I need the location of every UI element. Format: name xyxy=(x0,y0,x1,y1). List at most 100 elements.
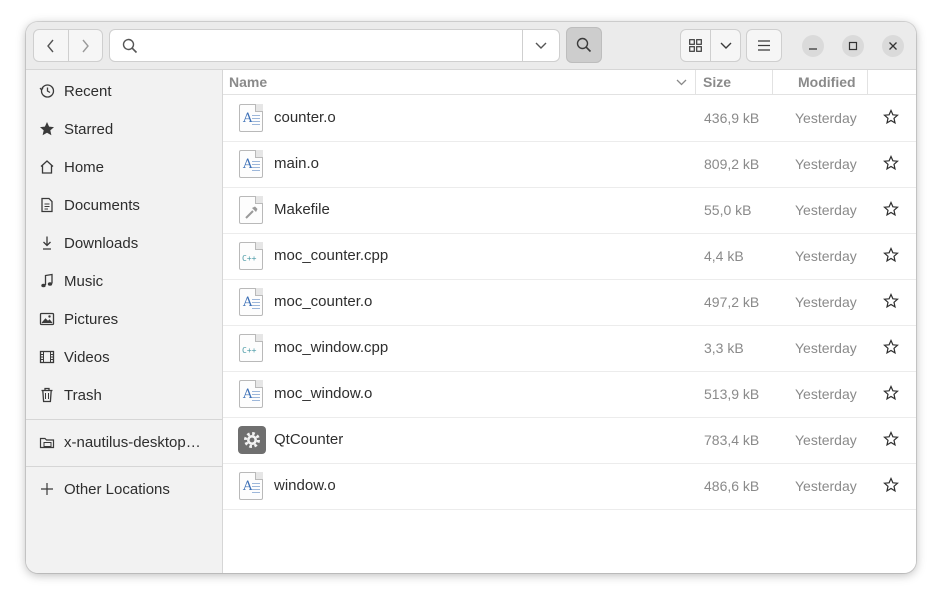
file-row[interactable]: Makefile 55,0 kB Yesterday xyxy=(223,187,916,234)
sidebar-item-label: Documents xyxy=(64,196,140,214)
file-size: 3,3 kB xyxy=(704,340,744,356)
star-toggle-icon[interactable] xyxy=(882,246,900,264)
sidebar-item-label: Other Locations xyxy=(64,480,170,498)
music-icon xyxy=(39,273,55,289)
file-modified: Yesterday xyxy=(795,294,857,310)
minimize-button[interactable] xyxy=(802,35,824,57)
drive-icon xyxy=(39,434,55,450)
sidebar-item-documents[interactable]: Documents xyxy=(26,186,222,224)
sidebar-item-downloads[interactable]: Downloads xyxy=(26,224,222,262)
sidebar-item-label: Recent xyxy=(64,82,112,100)
sidebar-item-label: Home xyxy=(64,158,105,176)
search-dropdown-button[interactable] xyxy=(522,30,559,61)
home-icon xyxy=(39,159,55,175)
search-icon xyxy=(576,37,592,53)
navigation-buttons xyxy=(33,29,103,62)
file-name: QtCounter xyxy=(274,431,344,448)
cpp-source-icon: C++ xyxy=(239,334,265,362)
file-list-view: Name Size Modified A counter.o 436,9 kB … xyxy=(223,70,916,573)
file-manager-window: Recent Starred Home Documents Downloads xyxy=(26,22,916,573)
makefile-icon xyxy=(239,196,265,224)
file-name: Makefile xyxy=(274,201,330,218)
column-divider xyxy=(695,70,696,94)
header-bar xyxy=(26,22,916,70)
text-document-icon: A xyxy=(239,288,265,316)
sidebar-item-pictures[interactable]: Pictures xyxy=(26,300,222,338)
hamburger-menu-icon xyxy=(758,40,770,51)
file-row[interactable]: C++ moc_counter.cpp 4,4 kB Yesterday xyxy=(223,233,916,280)
grid-view-button[interactable] xyxy=(681,30,710,61)
column-header-modified[interactable]: Modified xyxy=(798,74,856,90)
close-icon xyxy=(889,42,897,50)
chevron-down-icon xyxy=(535,42,547,49)
grid-icon xyxy=(689,39,702,52)
close-button[interactable] xyxy=(882,35,904,57)
sidebar-item-home[interactable]: Home xyxy=(26,148,222,186)
file-size: 513,9 kB xyxy=(704,386,760,402)
star-toggle-icon[interactable] xyxy=(882,476,900,494)
sidebar-item-mounted-drive[interactable]: x-nautilus-desktop… xyxy=(26,423,222,461)
pictures-icon xyxy=(39,311,55,327)
column-header-size[interactable]: Size xyxy=(703,74,731,90)
search-icon xyxy=(122,38,138,54)
column-divider xyxy=(772,70,773,94)
star-toggle-icon[interactable] xyxy=(882,384,900,402)
search-input[interactable] xyxy=(146,34,520,59)
file-name: moc_counter.cpp xyxy=(274,247,389,264)
star-toggle-icon[interactable] xyxy=(882,108,900,126)
sidebar-item-label: Downloads xyxy=(64,234,139,252)
sidebar-item-starred[interactable]: Starred xyxy=(26,110,222,148)
file-row[interactable]: A moc_window.o 513,9 kB Yesterday xyxy=(223,371,916,418)
star-icon xyxy=(39,121,55,137)
file-size: 4,4 kB xyxy=(704,248,744,264)
sidebar-item-label: Trash xyxy=(64,386,102,404)
star-toggle-icon[interactable] xyxy=(882,338,900,356)
view-mode-buttons xyxy=(680,29,741,62)
column-header-name[interactable]: Name xyxy=(229,74,267,90)
star-toggle-icon[interactable] xyxy=(882,154,900,172)
sidebar-item-label: Music xyxy=(64,272,104,290)
maximize-button[interactable] xyxy=(842,35,864,57)
text-document-icon: A xyxy=(239,380,265,408)
column-header-row: Name Size Modified xyxy=(223,70,916,95)
back-button[interactable] xyxy=(34,30,68,61)
sidebar-item-trash[interactable]: Trash xyxy=(26,376,222,414)
sidebar-item-videos[interactable]: Videos xyxy=(26,338,222,376)
view-options-dropdown[interactable] xyxy=(710,30,740,61)
file-row[interactable]: A main.o 809,2 kB Yesterday xyxy=(223,141,916,188)
main-menu-button[interactable] xyxy=(746,29,782,62)
forward-button[interactable] xyxy=(67,30,103,61)
search-toggle-button[interactable] xyxy=(566,27,602,63)
file-name: main.o xyxy=(274,155,320,172)
sidebar-item-other-locations[interactable]: Other Locations xyxy=(26,470,222,508)
file-row[interactable]: QtCounter 783,4 kB Yesterday xyxy=(223,417,916,464)
file-row[interactable]: C++ moc_window.cpp 3,3 kB Yesterday xyxy=(223,325,916,372)
sidebar-item-label: x-nautilus-desktop… xyxy=(64,433,201,451)
file-size: 497,2 kB xyxy=(704,294,760,310)
file-row[interactable]: A window.o 486,6 kB Yesterday xyxy=(223,463,916,510)
chevron-right-icon xyxy=(82,39,90,52)
file-row[interactable]: A moc_counter.o 497,2 kB Yesterday xyxy=(223,279,916,326)
column-divider xyxy=(867,70,868,94)
text-document-icon: A xyxy=(239,472,265,500)
location-search-bar xyxy=(109,29,560,62)
file-row[interactable]: A counter.o 436,9 kB Yesterday xyxy=(223,95,916,142)
file-name: window.o xyxy=(274,477,336,494)
chevron-down-icon xyxy=(720,42,731,49)
star-toggle-icon[interactable] xyxy=(882,430,900,448)
documents-icon xyxy=(39,197,55,213)
file-size: 55,0 kB xyxy=(704,202,752,218)
file-name: moc_window.cpp xyxy=(274,339,389,356)
star-toggle-icon[interactable] xyxy=(882,292,900,310)
downloads-icon xyxy=(39,235,55,251)
file-name: moc_window.o xyxy=(274,385,373,402)
file-size: 486,6 kB xyxy=(704,478,760,494)
cpp-source-icon: C++ xyxy=(239,242,265,270)
file-modified: Yesterday xyxy=(795,340,857,356)
sidebar-item-label: Pictures xyxy=(64,310,119,328)
minimize-icon xyxy=(809,48,817,50)
sidebar-item-music[interactable]: Music xyxy=(26,262,222,300)
file-modified: Yesterday xyxy=(795,386,857,402)
star-toggle-icon[interactable] xyxy=(882,200,900,218)
sidebar-item-recent[interactable]: Recent xyxy=(26,72,222,110)
